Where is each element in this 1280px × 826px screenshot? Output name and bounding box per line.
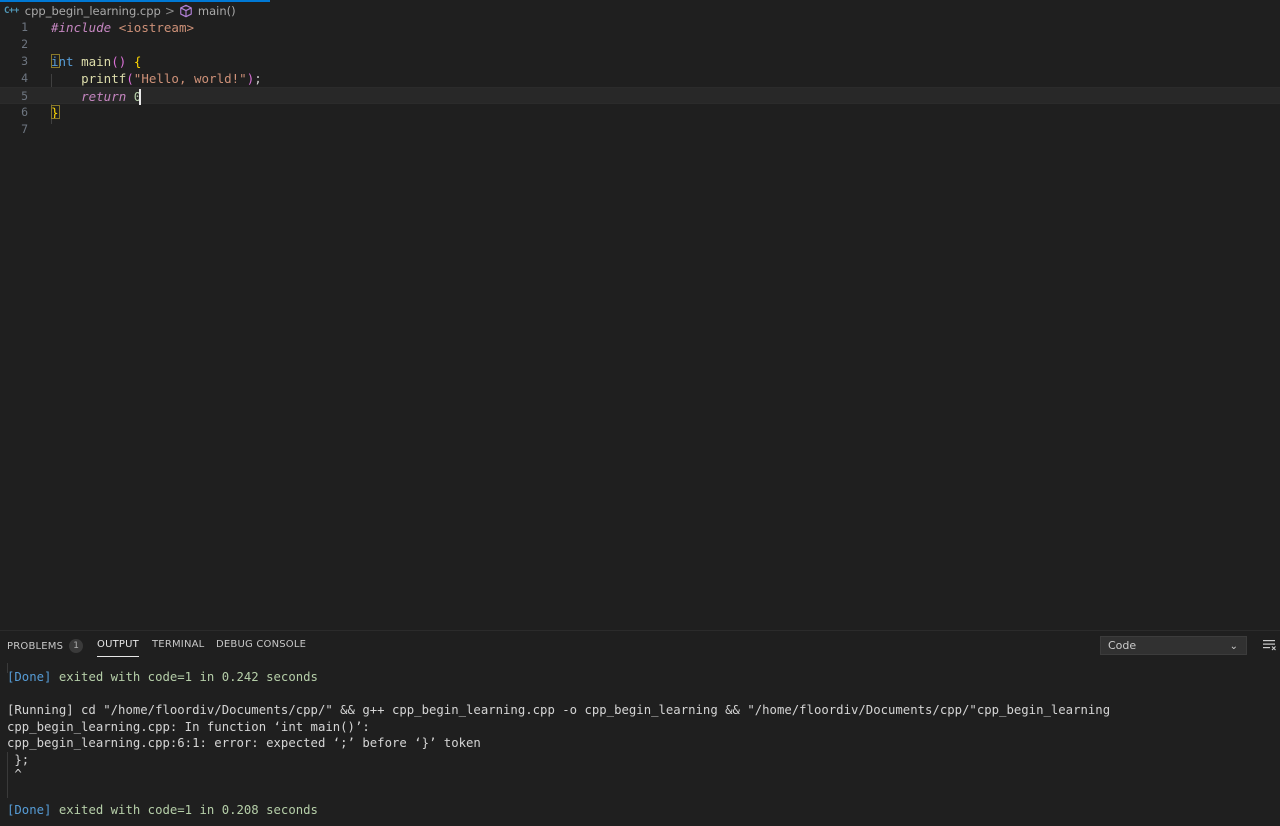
bracket-match-highlight xyxy=(51,54,60,68)
output-line-error-2: cpp_begin_learning.cpp:6:1: error: expec… xyxy=(7,736,481,750)
output-line-error-1: cpp_begin_learning.cpp: In function ‘int… xyxy=(7,720,370,734)
breadcrumb-symbol[interactable]: main() xyxy=(198,4,236,18)
tab-output[interactable]: OUTPUT xyxy=(97,639,139,657)
problems-count-badge: 1 xyxy=(69,639,84,653)
code-line-1[interactable]: 1 #include <iostream> xyxy=(0,19,1280,36)
line-number: 5 xyxy=(21,89,28,103)
done-tag: [Done] xyxy=(7,803,52,817)
output-line-running: [Running] cd "/home/floordiv/Documents/c… xyxy=(7,703,1111,717)
code-line-6[interactable]: 6 } xyxy=(0,104,1280,121)
chevron-down-icon: ⌄ xyxy=(1229,641,1238,652)
line-number: 1 xyxy=(21,20,28,34)
output-guide xyxy=(7,752,8,798)
done-tag: [Done] xyxy=(7,670,52,684)
output-line-error-4: ^ xyxy=(7,767,22,781)
tab-terminal[interactable]: TERMINAL xyxy=(152,639,204,650)
bracket-match-highlight xyxy=(51,105,60,119)
code-editor[interactable]: 1 #include <iostream> 2 3 int main() { 4… xyxy=(0,19,1280,629)
printf-call: printf xyxy=(81,71,127,86)
breadcrumb-file[interactable]: cpp_begin_learning.cpp xyxy=(25,4,161,18)
semicolon: ; xyxy=(254,71,262,86)
breadcrumb-separator: > xyxy=(164,4,175,18)
tab-problems[interactable]: PROBLEMS 1 xyxy=(7,639,84,653)
string-literal: "Hello, world!" xyxy=(133,71,247,86)
panel-tab-bar: PROBLEMS 1 OUTPUT TERMINAL DEBUG CONSOLE … xyxy=(0,631,1280,659)
output-log[interactable]: [Done] exited with code=1 in 0.242 secon… xyxy=(0,663,1280,826)
cpp-file-icon: C++ xyxy=(4,6,19,16)
code-line-7[interactable]: 7 xyxy=(0,121,1280,138)
open-brace: { xyxy=(133,54,142,69)
cube-icon xyxy=(180,4,192,18)
done-message: exited with code=1 in 0.242 seconds xyxy=(51,670,318,684)
tab-debug-console[interactable]: DEBUG CONSOLE xyxy=(216,639,306,650)
code-line-4[interactable]: 4 printf("Hello, world!"); xyxy=(0,70,1280,87)
code-line-5[interactable]: 5 return 0 xyxy=(0,87,1280,104)
include-header: <iostream> xyxy=(118,20,195,35)
parameter-parens: () xyxy=(111,54,127,69)
function-name: main xyxy=(81,54,112,69)
output-line-done-1: [Done] exited with code=1 in 0.242 secon… xyxy=(7,669,318,686)
line-number: 4 xyxy=(21,71,28,85)
line-number: 6 xyxy=(21,105,28,119)
code-line-3[interactable]: 3 int main() { xyxy=(0,53,1280,70)
tab-problems-label: PROBLEMS xyxy=(7,641,64,652)
output-channel-value: Code xyxy=(1108,639,1137,652)
line-number: 3 xyxy=(21,54,28,68)
bottom-panel: PROBLEMS 1 OUTPUT TERMINAL DEBUG CONSOLE … xyxy=(0,630,1280,826)
done-message: exited with code=1 in 0.208 seconds xyxy=(51,803,318,817)
text-cursor xyxy=(139,89,141,105)
include-directive: #include xyxy=(51,20,112,35)
line-number: 2 xyxy=(21,37,28,51)
return-keyword: return xyxy=(81,89,127,104)
line-number: 7 xyxy=(21,122,28,136)
paren-open: ( xyxy=(126,71,134,86)
breadcrumb: C++ cpp_begin_learning.cpp > main() xyxy=(0,2,1280,20)
output-channel-select[interactable]: Code ⌄ xyxy=(1100,636,1247,655)
code-line-2[interactable]: 2 xyxy=(0,36,1280,53)
list-filter-icon[interactable] xyxy=(1263,639,1276,651)
output-line-done-2: [Done] exited with code=1 in 0.208 secon… xyxy=(7,802,318,819)
